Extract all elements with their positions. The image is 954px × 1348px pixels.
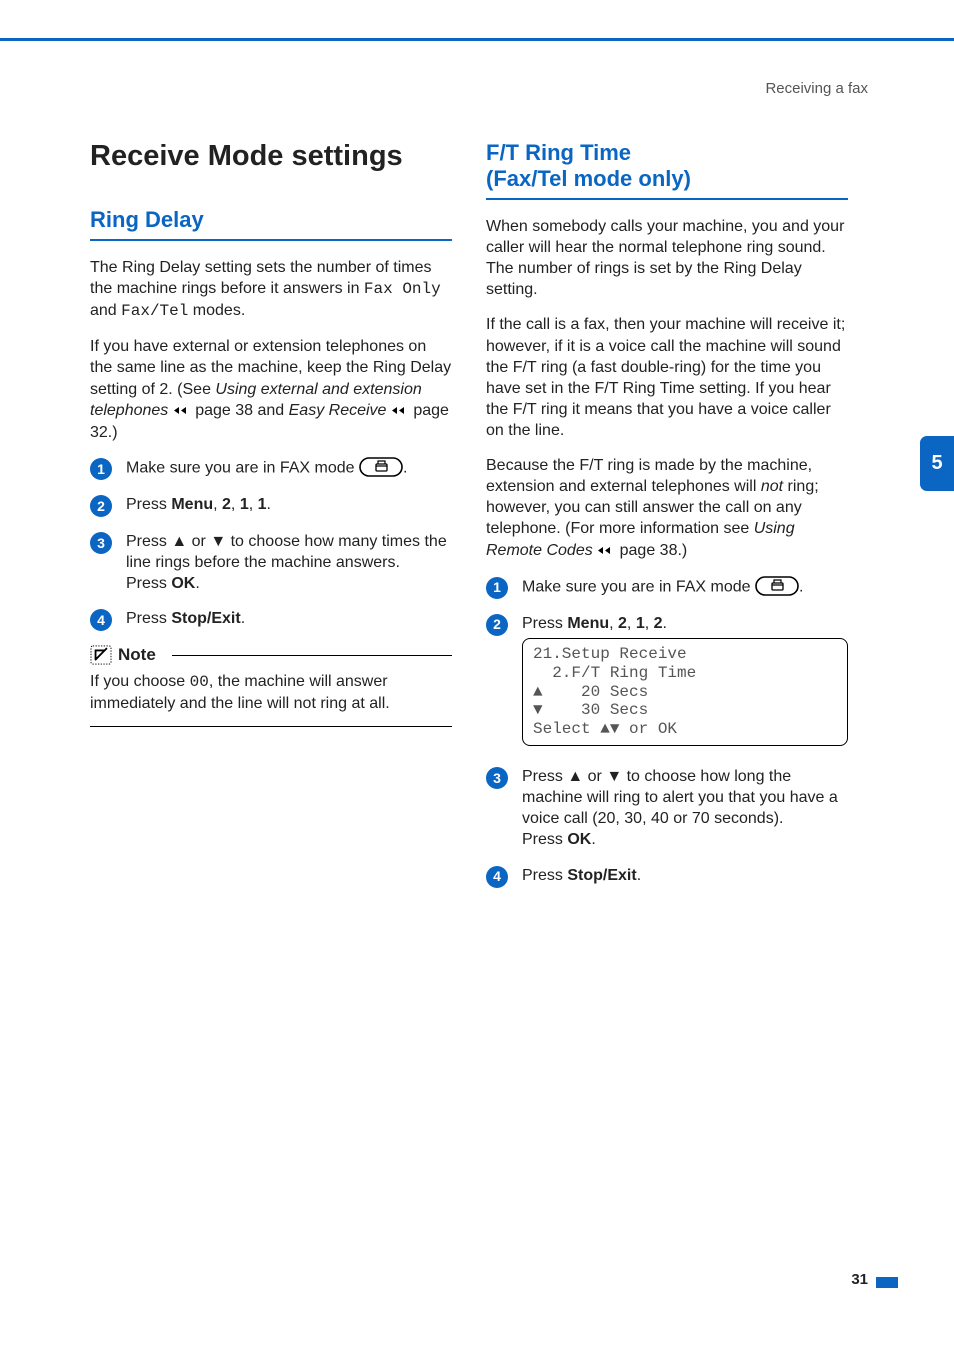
- up-arrow-icon: ▲: [567, 768, 583, 785]
- heading-ft-ring-time: F/T Ring Time(Fax/Tel mode only): [486, 140, 848, 196]
- ring-delay-para-2: If you have external or extension teleph…: [90, 336, 452, 443]
- note-label: Note: [118, 645, 156, 665]
- breadcrumb: Receiving a fax: [765, 80, 868, 97]
- heading-rule: [90, 239, 452, 241]
- step-bullet-3: 3: [90, 532, 112, 554]
- ft-para-2: If the call is a fax, then your machine …: [486, 314, 848, 441]
- step-4: 4 Press Stop/Exit.: [486, 865, 848, 888]
- step-bullet-1: 1: [90, 458, 112, 480]
- lcd-display: 21.Setup Receive 2.F/T Ring Time ▲ 20 Se…: [522, 638, 848, 746]
- step-3: 3 Press ▲ or ▼ to choose how many times …: [90, 531, 452, 594]
- down-arrow-icon: ▼: [606, 768, 622, 785]
- note-block: Note If you choose 00, the machine will …: [90, 645, 452, 727]
- step-1: 1 Make sure you are in FAX mode .: [90, 457, 452, 480]
- section-ring-delay: Ring Delay: [90, 207, 452, 241]
- page-number-bar: [876, 1277, 898, 1288]
- step-2: 2 Press Menu, 2, 1, 2. 21.Setup Receive …: [486, 613, 848, 760]
- heading-rule: [486, 198, 848, 200]
- heading-ring-delay: Ring Delay: [90, 207, 452, 237]
- fax-mode-icon: [359, 457, 403, 479]
- ft-steps-a: 1 Make sure you are in FAX mode . 2 Pres…: [486, 576, 848, 760]
- down-arrow-icon: ▼: [210, 533, 226, 550]
- top-rule: [0, 38, 954, 41]
- ring-delay-steps: 1 Make sure you are in FAX mode . 2 Pres…: [90, 457, 452, 631]
- step-1: 1 Make sure you are in FAX mode .: [486, 576, 848, 599]
- step-2: 2 Press Menu, 2, 1, 1.: [90, 494, 452, 517]
- note-rule: [172, 655, 452, 656]
- step-bullet-2: 2: [486, 614, 508, 636]
- ft-steps-b: 3 Press ▲ or ▼ to choose how long the ma…: [486, 766, 848, 887]
- up-arrow-icon: ▲: [171, 533, 187, 550]
- page-number: 31: [851, 1271, 868, 1288]
- step-3: 3 Press ▲ or ▼ to choose how long the ma…: [486, 766, 848, 850]
- see-arrows-icon: [391, 401, 409, 422]
- step-bullet-3: 3: [486, 767, 508, 789]
- chapter-tab: 5: [920, 436, 954, 491]
- section-ft-ring-time: F/T Ring Time(Fax/Tel mode only): [486, 140, 848, 200]
- step-bullet-4: 4: [90, 609, 112, 631]
- ring-delay-para-1: The Ring Delay setting sets the number o…: [90, 257, 452, 322]
- ft-para-1: When somebody calls your machine, you an…: [486, 216, 848, 300]
- see-arrows-icon: [597, 541, 615, 562]
- note-bottom-rule: [90, 726, 452, 727]
- fax-mode-icon: [755, 576, 799, 598]
- note-body: If you choose 00, the machine will answe…: [90, 671, 452, 714]
- step-bullet-2: 2: [90, 495, 112, 517]
- content-columns: Receive Mode settings Ring Delay The Rin…: [90, 140, 868, 902]
- step-bullet-1: 1: [486, 577, 508, 599]
- ft-para-3: Because the F/T ring is made by the mach…: [486, 455, 848, 562]
- left-column: Receive Mode settings Ring Delay The Rin…: [90, 140, 452, 902]
- step-4: 4 Press Stop/Exit.: [90, 608, 452, 631]
- step-bullet-4: 4: [486, 866, 508, 888]
- see-arrows-icon: [173, 401, 191, 422]
- note-icon: [90, 645, 112, 665]
- right-column: F/T Ring Time(Fax/Tel mode only) When so…: [486, 140, 848, 902]
- page-title: Receive Mode settings: [90, 140, 452, 173]
